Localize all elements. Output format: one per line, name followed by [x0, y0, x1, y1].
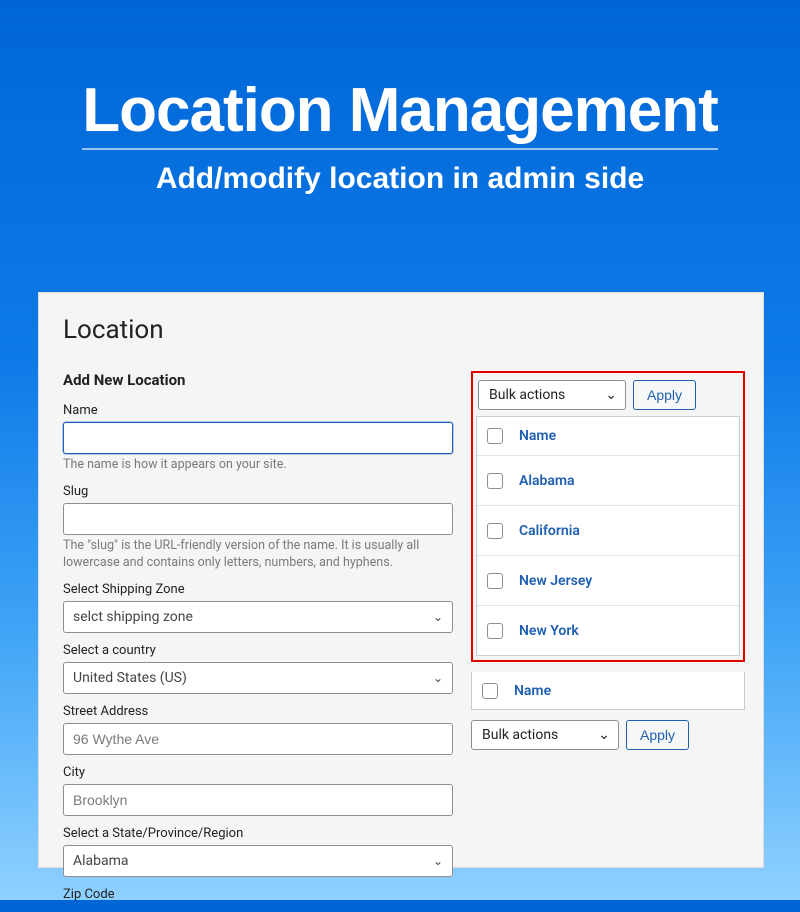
bulk-actions-select-bottom[interactable]: Bulk actions ⌄ [471, 720, 619, 750]
table-row: Alabama [477, 455, 739, 505]
city-input[interactable] [63, 784, 453, 816]
add-location-form: Add New Location Name The name is how it… [63, 371, 453, 912]
bulk-actions-label: Bulk actions [482, 727, 558, 743]
hero-header: Location Management Add/modify location … [0, 0, 800, 196]
locations-table: Name Alabama California New Jersey [476, 416, 740, 656]
chevron-down-icon: ⌄ [598, 727, 610, 743]
name-label: Name [63, 403, 453, 418]
admin-panel: Location Add New Location Name The name … [38, 292, 764, 868]
street-input[interactable] [63, 723, 453, 755]
row-checkbox[interactable] [487, 573, 503, 589]
state-value: Alabama [73, 853, 129, 869]
apply-button-bottom[interactable]: Apply [626, 720, 689, 750]
shipping-zone-value: selct shipping zone [73, 609, 193, 625]
panel-title: Location [63, 315, 745, 345]
table-header-row: Name [477, 417, 739, 455]
column-header-name[interactable]: Name [519, 428, 556, 444]
row-link[interactable]: California [519, 523, 580, 539]
chevron-down-icon: ⌄ [433, 671, 443, 685]
hero-subtitle: Add/modify location in admin side [0, 162, 800, 196]
row-link[interactable]: New York [519, 623, 579, 639]
row-link[interactable]: New Jersey [519, 573, 592, 589]
name-input[interactable] [63, 422, 453, 454]
table-footer-row: Name [471, 672, 745, 710]
table-row: New Jersey [477, 555, 739, 605]
state-select[interactable]: Alabama ⌄ [63, 845, 453, 877]
slug-hint: The "slug" is the URL-friendly version o… [63, 538, 453, 572]
add-location-heading: Add New Location [63, 371, 453, 389]
select-all-checkbox-top[interactable] [487, 428, 503, 444]
highlight-box: Bulk actions ⌄ Apply Name Alabama [471, 371, 745, 662]
name-hint: The name is how it appears on your site. [63, 457, 453, 474]
row-link[interactable]: Alabama [519, 473, 575, 489]
chevron-down-icon: ⌄ [433, 610, 443, 624]
country-select[interactable]: United States (US) ⌄ [63, 662, 453, 694]
bulk-actions-select-top[interactable]: Bulk actions ⌄ [478, 380, 626, 410]
slug-input[interactable] [63, 503, 453, 535]
hero-title: Location Management [82, 75, 718, 150]
city-label: City [63, 765, 453, 780]
state-label: Select a State/Province/Region [63, 826, 453, 841]
table-row: California [477, 505, 739, 555]
slug-label: Slug [63, 484, 453, 499]
shipping-zone-select[interactable]: selct shipping zone ⌄ [63, 601, 453, 633]
chevron-down-icon: ⌄ [433, 854, 443, 868]
row-checkbox[interactable] [487, 523, 503, 539]
row-checkbox[interactable] [487, 473, 503, 489]
country-value: United States (US) [73, 670, 187, 686]
country-label: Select a country [63, 643, 453, 658]
bulk-actions-label: Bulk actions [489, 387, 565, 403]
locations-list-area: Bulk actions ⌄ Apply Name Alabama [471, 371, 745, 912]
select-all-checkbox-bottom[interactable] [482, 683, 498, 699]
street-label: Street Address [63, 704, 453, 719]
chevron-down-icon: ⌄ [605, 387, 617, 403]
shipping-zone-label: Select Shipping Zone [63, 582, 453, 597]
column-footer-name[interactable]: Name [514, 683, 551, 699]
apply-button-top[interactable]: Apply [633, 380, 696, 410]
row-checkbox[interactable] [487, 623, 503, 639]
zip-label: Zip Code [63, 887, 453, 902]
table-row: New York [477, 605, 739, 655]
